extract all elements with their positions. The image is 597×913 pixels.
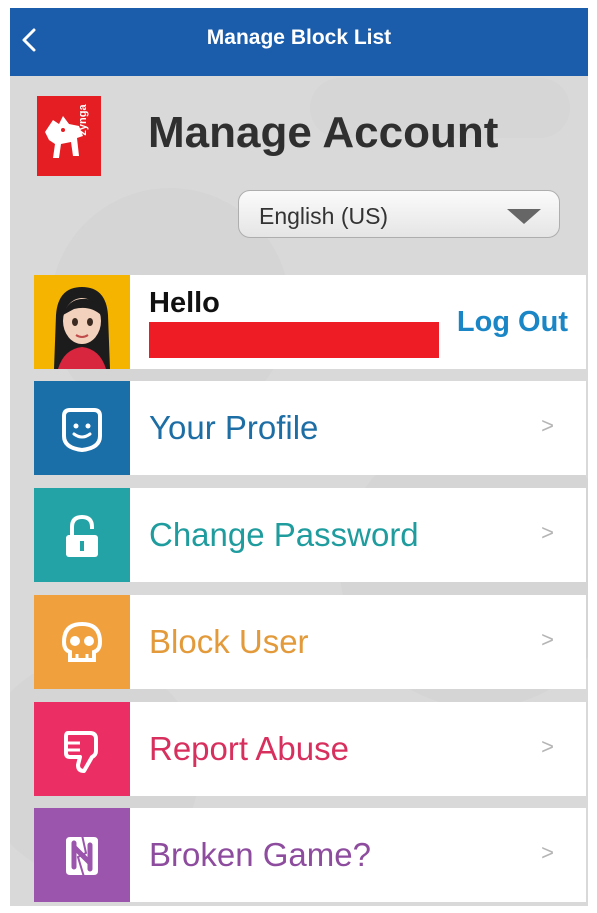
chevron-right-icon: > xyxy=(541,413,554,438)
menu-item-change-password[interactable]: Change Password > xyxy=(34,488,586,582)
avatar xyxy=(34,275,130,369)
face-icon xyxy=(62,408,102,452)
greeting-text: Hello xyxy=(149,287,220,319)
redacted-username xyxy=(149,322,439,358)
menu-item-label: Block User xyxy=(149,623,309,660)
menu-item-label: Broken Game? xyxy=(149,836,371,873)
logo-text: zynga xyxy=(77,104,89,136)
chevron-right-icon: > xyxy=(541,734,554,759)
broken-game-icon xyxy=(66,834,98,878)
user-avatar-icon xyxy=(34,275,130,369)
menu-item-label: Your Profile xyxy=(149,409,319,446)
row-icon-box xyxy=(34,595,130,689)
language-value: English (US) xyxy=(259,203,389,229)
language-dropdown[interactable]: English (US) xyxy=(238,190,560,238)
menu-item-broken-game[interactable]: Broken Game? > xyxy=(34,808,586,902)
menu-item-block-user[interactable]: Block User > xyxy=(34,595,586,689)
page-title: Manage Block List xyxy=(206,26,392,49)
thumbs-down-icon xyxy=(64,731,98,773)
menu-item-label: Change Password xyxy=(149,516,419,553)
chevron-right-icon: > xyxy=(541,520,554,545)
skull-icon xyxy=(61,621,103,662)
row-icon-box xyxy=(34,702,130,796)
user-greeting-row: Hello Log Out xyxy=(34,275,586,369)
row-icon-box xyxy=(34,808,130,902)
menu-item-report-abuse[interactable]: Report Abuse > xyxy=(34,702,586,796)
logout-link[interactable]: Log Out xyxy=(457,306,568,339)
row-icon-box xyxy=(34,381,130,475)
chevron-down-icon xyxy=(507,209,541,224)
menu-item-label: Report Abuse xyxy=(149,730,349,767)
zynga-logo: zynga xyxy=(37,96,101,176)
app-frame: Manage Block List zynga Manage Account E… xyxy=(10,8,588,906)
top-navigation-bar: Manage Block List xyxy=(10,8,588,76)
chevron-right-icon: > xyxy=(541,840,554,865)
menu-item-your-profile[interactable]: Your Profile > xyxy=(34,381,586,475)
manage-account-title: Manage Account xyxy=(148,108,499,157)
lock-icon xyxy=(66,514,98,557)
row-icon-box xyxy=(34,488,130,582)
chevron-right-icon: > xyxy=(541,627,554,652)
